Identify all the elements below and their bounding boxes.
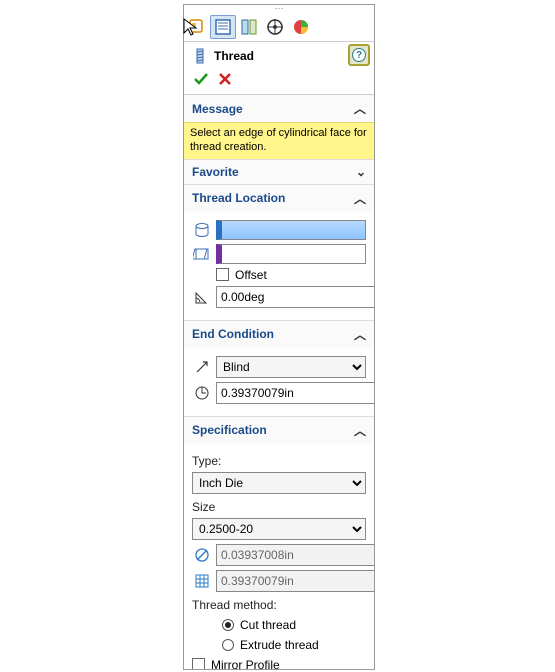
help-icon: ? [352, 48, 366, 62]
display-manager-tab[interactable] [288, 15, 314, 39]
help-button[interactable]: ? [348, 44, 370, 66]
drag-handle[interactable]: ⋯ [184, 5, 374, 13]
property-manager-tab[interactable] [210, 15, 236, 39]
edge-selection-box[interactable] [216, 220, 366, 240]
offset-label: Offset [235, 268, 267, 282]
method-label: Thread method: [192, 598, 366, 612]
panel-toolbar [184, 13, 374, 42]
extrude-thread-radio-row[interactable]: Extrude thread [222, 638, 366, 652]
feature-header: Thread ? [184, 42, 374, 68]
dimxpert-tab[interactable] [262, 15, 288, 39]
section-favorite: Favorite ⌄ [184, 160, 374, 185]
mirror-checkbox-row[interactable]: Mirror Profile [192, 658, 366, 670]
spec-size-select[interactable]: 0.2500-20 [192, 518, 366, 540]
start-location-icon [192, 244, 212, 264]
chevron-up-icon: 〈 [351, 102, 368, 114]
section-head-spec[interactable]: Specification ︿ [184, 417, 374, 444]
section-head-message[interactable]: Message 〈 [184, 95, 374, 122]
cylinder-edge-icon [192, 220, 212, 240]
end-condition-select[interactable]: Blind [216, 356, 366, 378]
start-angle-input[interactable] [216, 286, 374, 308]
mirror-checkbox[interactable] [192, 658, 205, 669]
reverse-direction-icon[interactable] [192, 357, 212, 377]
pitch-input [216, 570, 374, 592]
offset-checkbox[interactable] [216, 268, 229, 281]
depth-icon [192, 383, 212, 403]
property-scroll[interactable]: Message 〈 Select an edge of cylindrical … [184, 95, 374, 669]
section-head-location[interactable]: Thread Location ︿ [184, 185, 374, 212]
section-head-favorite[interactable]: Favorite ⌄ [184, 160, 374, 184]
type-label: Type: [192, 454, 366, 468]
ok-button[interactable] [192, 70, 210, 88]
chevron-down-icon: ⌄ [356, 165, 366, 179]
spec-type-select[interactable]: Inch Die [192, 472, 366, 494]
confirm-row [184, 68, 374, 95]
thread-feature-icon [190, 46, 210, 66]
cut-thread-radio-row[interactable]: Cut thread [222, 618, 366, 632]
diameter-icon [192, 545, 212, 565]
section-message: Message 〈 Select an edge of cylindrical … [184, 95, 374, 160]
angle-icon [192, 287, 212, 307]
cut-thread-radio[interactable] [222, 619, 234, 631]
cancel-button[interactable] [216, 70, 234, 88]
section-end-condition: End Condition ︿ Blind [184, 321, 374, 417]
diameter-input [216, 544, 374, 566]
start-selection-box[interactable] [216, 244, 366, 264]
feature-title: Thread [214, 49, 368, 63]
size-label: Size [192, 500, 366, 514]
depth-input[interactable] [216, 382, 374, 404]
message-text: Select an edge of cylindrical face for t… [184, 122, 374, 159]
extrude-thread-radio[interactable] [222, 639, 234, 651]
offset-checkbox-row[interactable]: Offset [216, 268, 366, 282]
section-thread-location: Thread Location ︿ Of [184, 185, 374, 321]
section-specification: Specification ︿ Type: Inch Die Size 0.25… [184, 417, 374, 670]
feature-manager-tab[interactable] [184, 15, 210, 39]
pitch-icon [192, 571, 212, 591]
section-head-endcond[interactable]: End Condition ︿ [184, 321, 374, 348]
configuration-manager-tab[interactable] [236, 15, 262, 39]
chevron-up-icon: ︿ [354, 190, 366, 207]
chevron-up-icon: ︿ [354, 422, 366, 439]
chevron-up-icon: ︿ [354, 326, 366, 343]
property-panel: ⋯ Thread ? [183, 4, 375, 670]
